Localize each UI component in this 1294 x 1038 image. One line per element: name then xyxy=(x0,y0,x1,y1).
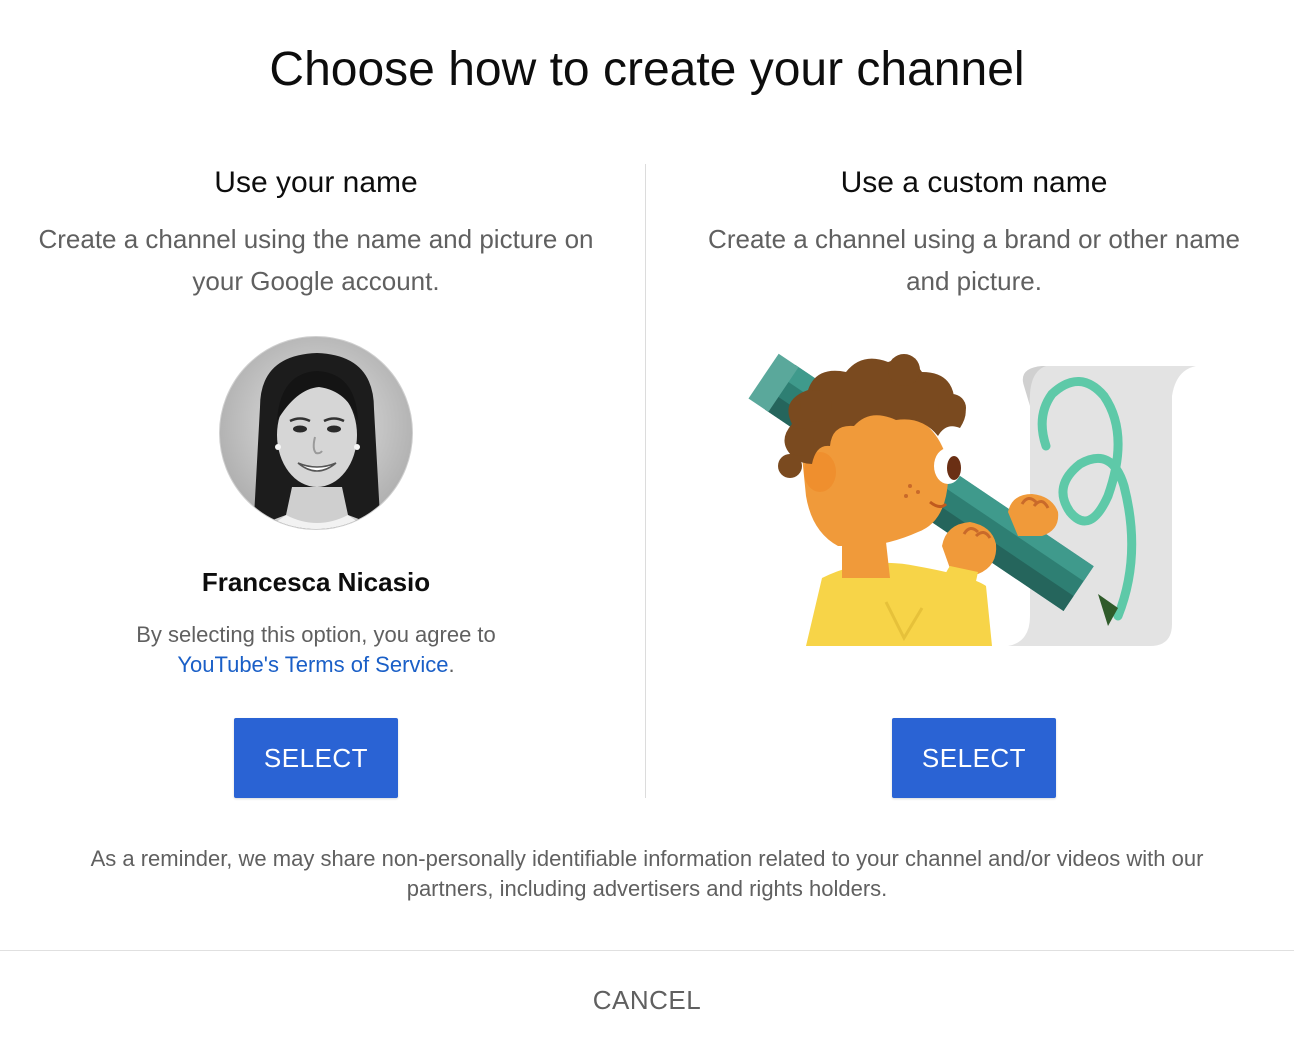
option-description: Create a channel using the name and pict… xyxy=(38,224,594,296)
footer-divider xyxy=(0,950,1294,951)
select-use-your-name-button[interactable]: SELECT xyxy=(234,718,398,798)
profile-photo xyxy=(220,337,412,529)
page-title: Choose how to create your channel xyxy=(269,43,1025,96)
option-use-your-name: Use your name Create a channel using the… xyxy=(16,164,616,798)
select-custom-name-button[interactable]: SELECT xyxy=(892,718,1056,798)
cancel-button[interactable]: CANCEL xyxy=(547,968,747,1032)
data-sharing-reminder: As a reminder, we may share non-personal… xyxy=(90,846,1204,901)
option-description: Create a channel using a brand or other … xyxy=(708,224,1240,296)
option-title: Use your name xyxy=(214,166,418,199)
terms-of-service-link[interactable]: YouTube's Terms of Service xyxy=(177,652,448,677)
avatar xyxy=(219,336,413,530)
terms-notice: By selecting this option, you agree to Y… xyxy=(16,620,616,680)
option-title: Use a custom name xyxy=(840,166,1108,199)
option-use-custom-name: Use a custom name Create a channel using… xyxy=(674,164,1274,798)
terms-suffix: . xyxy=(448,652,455,677)
custom-name-illustration xyxy=(748,353,1196,646)
option-divider xyxy=(645,164,646,798)
terms-prefix: By selecting this option, you agree to xyxy=(136,622,496,647)
account-name: Francesca Nicasio xyxy=(201,567,431,597)
